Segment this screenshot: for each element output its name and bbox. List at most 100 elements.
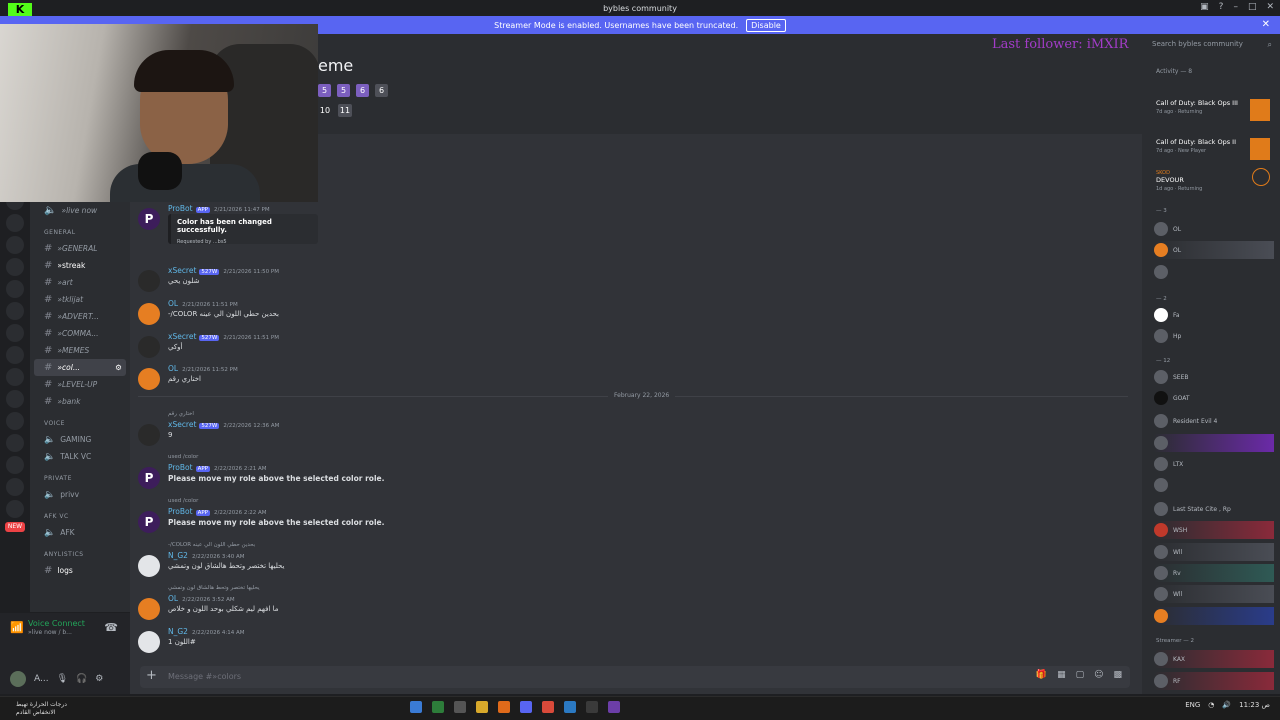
gift-icon[interactable]: 🎁 <box>1036 670 1047 680</box>
message-author[interactable]: N_G2 2/22/2026 4:14 AM <box>168 627 245 636</box>
avatar[interactable] <box>138 270 160 292</box>
member-item[interactable]: OL <box>1154 220 1274 238</box>
username[interactable]: A... <box>34 674 49 684</box>
settings-icon[interactable]: ⚙ <box>115 363 122 372</box>
activity-header[interactable]: Activity — 8 <box>1156 68 1192 75</box>
message-author[interactable]: xSecret 527W 2/21/2026 11:51 PM <box>168 332 279 341</box>
avatar[interactable] <box>138 598 160 620</box>
reply-preview[interactable]: -/COLOR بحدين حطي اللون الي عينه <box>168 542 255 548</box>
server-icon[interactable] <box>6 368 24 386</box>
avatar[interactable] <box>138 631 160 653</box>
channel-bank[interactable]: # »bank <box>30 393 130 410</box>
channel-logs[interactable]: # logs <box>30 562 130 579</box>
app-icon[interactable] <box>586 701 598 713</box>
category-logs[interactable]: ANYLISTICS <box>44 551 130 558</box>
channel-general[interactable]: # »GENERAL <box>30 240 130 257</box>
voice-channel-privv[interactable]: 🔈 privv <box>30 486 130 503</box>
channel-live-now[interactable]: 🔈 »live now <box>30 202 130 219</box>
member-item[interactable]: Last State Cite , Rp <box>1154 500 1274 518</box>
avatar[interactable]: P <box>138 467 160 489</box>
avatar[interactable] <box>138 303 160 325</box>
add-attachment-icon[interactable]: + <box>146 668 157 683</box>
color-role-chip[interactable]: 11 <box>338 104 352 117</box>
avatar[interactable]: P <box>138 208 160 230</box>
message-author[interactable]: OL 2/21/2026 11:51 PM <box>168 299 238 308</box>
disable-streamer-mode-button[interactable]: Disable <box>746 18 786 32</box>
server-icon[interactable] <box>6 434 24 452</box>
color-role-chip[interactable]: 6 <box>375 84 388 97</box>
color-role-chip[interactable]: 5 <box>318 84 331 97</box>
voice-channel-afk[interactable]: 🔈 AFK <box>30 524 130 541</box>
message-author[interactable]: OL 2/22/2026 3:52 AM <box>168 594 235 603</box>
member-item[interactable]: WSH <box>1154 521 1274 539</box>
member-item[interactable]: RF <box>1154 672 1274 690</box>
search-input[interactable]: Search bybles community ⌕ <box>1152 40 1274 54</box>
app-icon[interactable] <box>564 701 576 713</box>
message-author[interactable]: xSecret 527W 2/21/2026 11:50 PM <box>168 266 279 275</box>
weather-widget[interactable]: درجات الحرارة تهبط الانخفاض القادم <box>16 701 67 717</box>
avatar[interactable] <box>138 368 160 390</box>
message-author[interactable]: ProBot APP 2/21/2026 11:47 PM <box>168 204 270 213</box>
emoji-icon[interactable]: ☺ <box>1094 670 1103 680</box>
headphones-icon[interactable]: 🎧 <box>76 674 87 684</box>
start-icon[interactable] <box>410 701 422 713</box>
color-role-chip[interactable]: 10 <box>318 104 332 117</box>
member-item[interactable]: Wll <box>1154 585 1274 603</box>
category-private[interactable]: PRIVATE <box>44 475 130 482</box>
message-author[interactable]: ProBot APP 2/22/2026 2:21 AM <box>168 463 267 472</box>
gif-icon[interactable]: ▦ <box>1057 670 1066 680</box>
member-item[interactable]: Fa <box>1154 306 1274 324</box>
author-name[interactable]: xSecret <box>168 266 196 275</box>
reply-preview[interactable]: يحليها تختصر وتحط هالشاق لون وتمشي <box>168 585 260 591</box>
voice-status-title[interactable]: Voice Connect <box>28 619 85 628</box>
author-name[interactable]: N_G2 <box>168 627 188 636</box>
avatar[interactable] <box>138 555 160 577</box>
close-banner-icon[interactable]: ✕ <box>1262 19 1270 30</box>
wifi-icon[interactable]: ◔ <box>1208 701 1214 709</box>
member-item[interactable] <box>1154 434 1274 452</box>
volume-icon[interactable]: 🔊 <box>1222 701 1231 709</box>
maximize-icon[interactable]: □ <box>1248 2 1257 12</box>
member-item[interactable]: Resident Evil 4 <box>1154 412 1274 430</box>
close-window-icon[interactable]: ✕ <box>1266 2 1274 12</box>
author-name[interactable]: ProBot <box>168 204 193 213</box>
message-input[interactable]: Message #»colors <box>168 672 241 681</box>
minimize-icon[interactable]: – <box>1233 2 1238 12</box>
server-icon[interactable] <box>6 280 24 298</box>
slash-command-preview[interactable]: used /color <box>168 454 198 460</box>
server-icon[interactable] <box>6 412 24 430</box>
user-settings-icon[interactable]: ⚙ <box>95 674 103 684</box>
member-item[interactable]: Wll <box>1154 543 1274 561</box>
app-icon[interactable] <box>520 701 532 713</box>
activity-card[interactable]: Call of Duty: Black Ops III 7d ago · Ret… <box>1156 99 1276 121</box>
clock[interactable]: 11:23 ص <box>1239 701 1270 709</box>
server-icon[interactable] <box>6 500 24 518</box>
channel-memes[interactable]: # »MEMES <box>30 342 130 359</box>
author-name[interactable]: xSecret <box>168 332 196 341</box>
avatar[interactable] <box>138 336 160 358</box>
channel-commands[interactable]: # »COMMA... <box>30 325 130 342</box>
server-icon[interactable] <box>6 390 24 408</box>
server-icon[interactable] <box>6 456 24 474</box>
member-item[interactable]: OL <box>1154 241 1274 259</box>
activity-card[interactable]: SKOD DEVOUR 1d ago · Returning <box>1156 168 1276 192</box>
disconnect-icon[interactable]: ☎ <box>104 621 118 634</box>
author-name[interactable]: N_G2 <box>168 551 188 560</box>
server-icon[interactable] <box>6 346 24 364</box>
avatar[interactable]: P <box>138 511 160 533</box>
channel-streak[interactable]: # »streak <box>30 257 130 274</box>
author-name[interactable]: OL <box>168 299 178 308</box>
author-name[interactable]: ProBot <box>168 507 193 516</box>
app-icon[interactable] <box>432 701 444 713</box>
message-author[interactable]: ProBot APP 2/22/2026 2:22 AM <box>168 507 267 516</box>
voice-channel-gaming[interactable]: 🔈 GAMING <box>30 431 130 448</box>
server-icon[interactable] <box>6 324 24 342</box>
member-item[interactable] <box>1154 476 1274 494</box>
language-indicator[interactable]: ENG <box>1185 701 1200 709</box>
author-name[interactable]: OL <box>168 594 178 603</box>
voice-channel-talk[interactable]: 🔈 TALK VC <box>30 448 130 465</box>
color-role-chip[interactable]: 6 <box>356 84 369 97</box>
channel-tklijat[interactable]: # »tklijat <box>30 291 130 308</box>
channel-level-up[interactable]: # »LEVEL-UP <box>30 376 130 393</box>
inbox-icon[interactable]: ▣ <box>1200 2 1209 12</box>
